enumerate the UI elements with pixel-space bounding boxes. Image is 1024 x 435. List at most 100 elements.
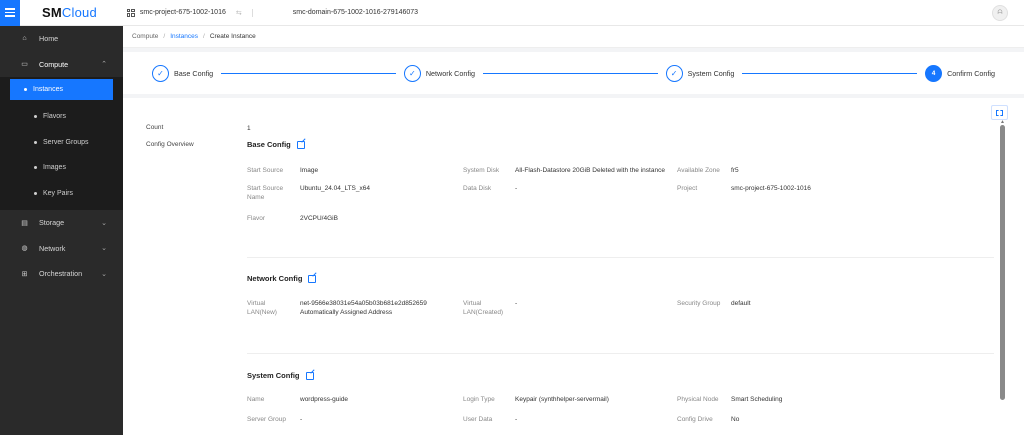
config-drive-label: Config Drive [677,416,713,423]
home-icon: ⌂ [22,35,27,43]
system-disk-label: System Disk [463,167,500,174]
sidebar-item-network[interactable]: ◍ Network ⌄ [0,236,123,262]
step-connector [482,72,658,74]
brand-logo[interactable]: SMCloud [42,5,97,20]
sidebar-item-storage[interactable]: ▤ Storage ⌄ [0,210,123,236]
confirm-config-panel: Count 1 Config Overview Base Config Star… [123,98,1024,435]
section-title-text: Network Config [247,274,303,283]
breadcrumb: Compute / Instances / Create Instance [123,26,1024,48]
orchestration-icon: ⊞ [21,270,28,278]
step-network-config[interactable]: ✓ Network Config [403,64,475,82]
config-drive-value: No [731,416,740,423]
breadcrumb-current: Create Instance [209,33,256,40]
sidebar-item-home[interactable]: ⌂ Home [0,26,123,52]
breadcrumb-instances-link[interactable]: Instances [170,33,198,40]
breadcrumb-separator: / [163,33,166,40]
sidebar-item-label: Images [43,164,66,172]
bullet-icon [34,166,37,170]
step-label: Confirm Config [947,68,995,78]
brand-light: Cloud [61,5,97,20]
bullet-icon [34,115,37,119]
edit-icon[interactable] [305,371,314,380]
bullet-icon [34,191,37,195]
count-label: Count [146,124,164,131]
sidebar: ⌂ Home ▭ Compute ⌃ Instances Flavors Ser… [0,26,123,435]
server-group-value: - [300,416,303,423]
storage-icon: ▤ [21,219,28,227]
security-group-label: Security Group [677,300,721,307]
network-config-title: Network Config [247,274,317,283]
user-data-value: - [515,416,518,423]
brand-bold: SM [42,5,62,20]
start-source-name-value: Ubuntu_24.04_LTS_x64 [300,185,370,192]
project-name: smc-project-675-1002-1016 [139,9,226,16]
sidebar-item-key-pairs[interactable]: Key Pairs [10,181,113,207]
topbar-divider [251,8,253,17]
globe-icon: ◍ [21,245,28,253]
breadcrumb-compute[interactable]: Compute [132,33,158,40]
sidebar-item-flavors[interactable]: Flavors [10,104,113,130]
sidebar-item-compute[interactable]: ▭ Compute ⌃ [0,52,123,78]
top-bar: SMCloud smc-project-675-1002-1016 ⇆ smc-… [0,0,1024,26]
sidebar-item-label: Storage [39,218,65,228]
user-avatar[interactable]: ᗩ [992,5,1008,21]
login-type-value: Keypair (synthhelper-servermail) [515,396,609,403]
step-number-icon: 4 [925,64,943,82]
domain-selector[interactable]: smc-domain-675-1002-1016-279146073 [293,9,418,16]
name-value: wordpress-guide [300,396,349,403]
project-label: Project [677,185,698,192]
sidebar-item-label: Instances [33,86,63,93]
sidebar-item-label: Network [39,243,66,253]
physical-node-label: Physical Node [677,396,719,403]
vertical-scrollbar[interactable] [1000,125,1005,400]
login-type-label: Login Type [463,396,495,403]
config-overview-label: Config Overview [146,141,194,148]
chevron-down-icon: ⌄ [101,270,107,278]
edit-icon[interactable] [308,274,317,283]
sidebar-item-orchestration[interactable]: ⊞ Orchestration ⌄ [0,261,123,287]
start-source-label: Start Source [247,167,284,174]
physical-node-value: Smart Scheduling [731,396,783,403]
security-group-value: default [731,300,751,307]
sidebar-item-images[interactable]: Images [10,155,113,181]
step-label: System Config [687,68,735,78]
domain-name: smc-domain-675-1002-1016-279146073 [292,9,419,16]
chevron-up-icon: ⌃ [101,61,107,69]
check-icon: ✓ [665,64,683,82]
step-connector [221,72,396,74]
breadcrumb-separator: / [203,33,205,40]
swap-icon[interactable]: ⇆ [236,9,242,17]
check-icon: ✓ [403,64,421,82]
start-source-value: Image [300,167,319,174]
sidebar-item-label: Compute [39,59,69,69]
user-data-label: User Data [463,416,493,423]
step-system-config[interactable]: ✓ System Config [665,64,735,82]
sidebar-item-label: Server Groups [43,138,89,146]
menu-toggle-button[interactable] [0,0,20,26]
fullscreen-toggle-button[interactable] [991,105,1008,120]
project-selector[interactable]: smc-project-675-1002-1016 ⇆ [126,8,242,17]
bullet-icon [34,140,37,144]
project-grid-icon [126,8,135,17]
sidebar-item-instances[interactable]: Instances [10,79,113,100]
sidebar-item-label: Orchestration [39,269,83,279]
bullet-icon [24,88,27,91]
monitor-icon: ▭ [21,61,28,69]
step-connector [742,72,918,74]
wizard-steps: ✓ Base Config ✓ Network Config ✓ System … [123,52,1024,94]
flavor-value: 2VCPU/4GiB [300,215,338,222]
step-confirm-config[interactable]: 4 Confirm Config [925,64,995,82]
system-config-title: System Config [247,371,314,380]
system-disk-value: All-Flash-Datastore 20GiB Deleted with t… [515,167,665,174]
sidebar-item-label: Key Pairs [43,189,73,197]
chevron-down-icon: ⌄ [101,245,107,253]
server-group-label: Server Group [247,416,287,423]
count-value: 1 [247,125,251,132]
vlan-created-label: Virtual LAN(Created) [463,300,504,316]
step-label: Network Config [425,68,475,78]
sidebar-item-server-groups[interactable]: Server Groups [10,130,113,156]
name-label: Name [247,396,265,403]
edit-icon[interactable] [296,140,305,149]
step-label: Base Config [174,68,214,78]
step-base-config[interactable]: ✓ Base Config [152,64,214,82]
